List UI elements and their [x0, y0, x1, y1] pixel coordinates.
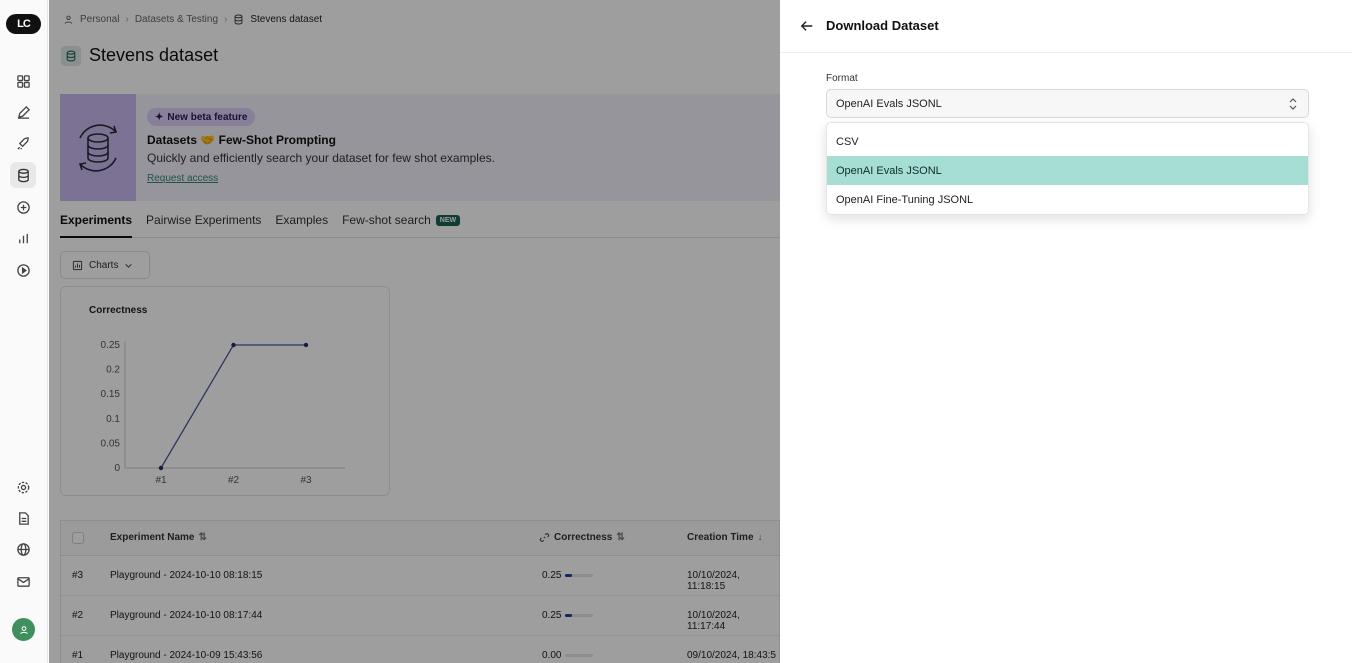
- option-openai-evals-jsonl[interactable]: OpenAI Evals JSONL: [827, 156, 1308, 185]
- pen-icon[interactable]: [12, 101, 34, 123]
- option-openai-fine-tuning-jsonl[interactable]: OpenAI Fine-Tuning JSONL: [827, 185, 1308, 214]
- back-arrow-icon[interactable]: [798, 17, 816, 35]
- globe-icon[interactable]: [12, 538, 34, 560]
- document-icon[interactable]: [12, 507, 34, 529]
- chat-icon[interactable]: [12, 196, 34, 218]
- rocket-icon[interactable]: [12, 132, 34, 154]
- grid-icon[interactable]: [12, 70, 34, 92]
- play-icon[interactable]: [12, 259, 34, 281]
- drawer-header: Download Dataset: [780, 0, 1352, 53]
- main-content: Personal › Datasets & Testing › Stevens …: [49, 0, 829, 663]
- option-csv[interactable]: CSV: [827, 127, 1308, 156]
- chart-icon[interactable]: [12, 227, 34, 249]
- avatar[interactable]: [12, 618, 35, 641]
- modal-backdrop[interactable]: [49, 0, 829, 663]
- format-dropdown: CSV OpenAI Evals JSONL OpenAI Fine-Tunin…: [826, 122, 1309, 215]
- sidebar: LC: [0, 0, 48, 663]
- format-label: Format: [826, 73, 858, 84]
- format-select-value: OpenAI Evals JSONL: [836, 97, 942, 110]
- select-caret-icon: [1289, 98, 1297, 110]
- format-select[interactable]: OpenAI Evals JSONL: [826, 89, 1309, 118]
- database-icon[interactable]: [10, 162, 36, 188]
- drawer-title: Download Dataset: [826, 18, 939, 33]
- mail-icon[interactable]: [12, 570, 34, 592]
- download-dataset-drawer: Download Dataset Format OpenAI Evals JSO…: [780, 0, 1352, 663]
- settings-icon[interactable]: [12, 476, 34, 498]
- logo[interactable]: LC: [6, 14, 41, 34]
